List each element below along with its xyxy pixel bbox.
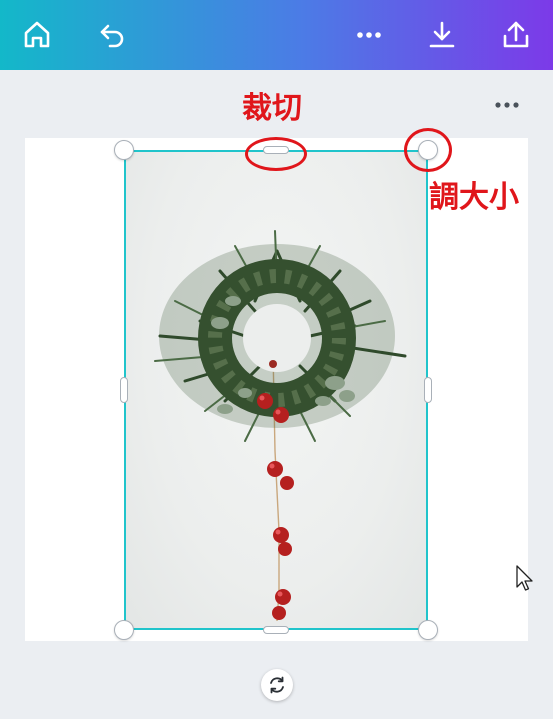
- resize-handle-bottom-right[interactable]: [418, 620, 438, 640]
- home-button[interactable]: [14, 13, 60, 57]
- more-icon: [495, 102, 519, 108]
- wreath-illustration: [154, 230, 407, 622]
- crop-handle-bottom[interactable]: [263, 626, 289, 634]
- resize-annotation-label: 調大小: [429, 180, 519, 215]
- share-button[interactable]: [493, 13, 539, 57]
- page-more-button[interactable]: [488, 92, 526, 118]
- mouse-cursor: [515, 565, 535, 599]
- undo-icon: [100, 24, 124, 48]
- crop-handle-top[interactable]: [263, 146, 289, 154]
- crop-handle-left[interactable]: [120, 377, 128, 403]
- home-icon: [24, 21, 50, 48]
- undo-button[interactable]: [89, 13, 135, 57]
- rotate-icon: [270, 676, 284, 694]
- rotate-button[interactable]: [261, 669, 293, 701]
- resize-handle-top-left[interactable]: [114, 140, 134, 160]
- crop-handle-right[interactable]: [424, 377, 432, 403]
- top-toolbar: [0, 0, 553, 70]
- download-button[interactable]: [419, 13, 465, 57]
- more-button[interactable]: [346, 13, 392, 57]
- resize-handle-top-right[interactable]: [418, 140, 438, 160]
- wreath-photo[interactable]: [125, 151, 427, 629]
- resize-handle-bottom-left[interactable]: [114, 620, 134, 640]
- cursor-arrow-icon: [516, 565, 533, 591]
- more-icon: [357, 32, 381, 38]
- download-icon: [429, 21, 455, 48]
- share-icon: [503, 21, 529, 48]
- crop-annotation-label: 裁切: [242, 91, 302, 126]
